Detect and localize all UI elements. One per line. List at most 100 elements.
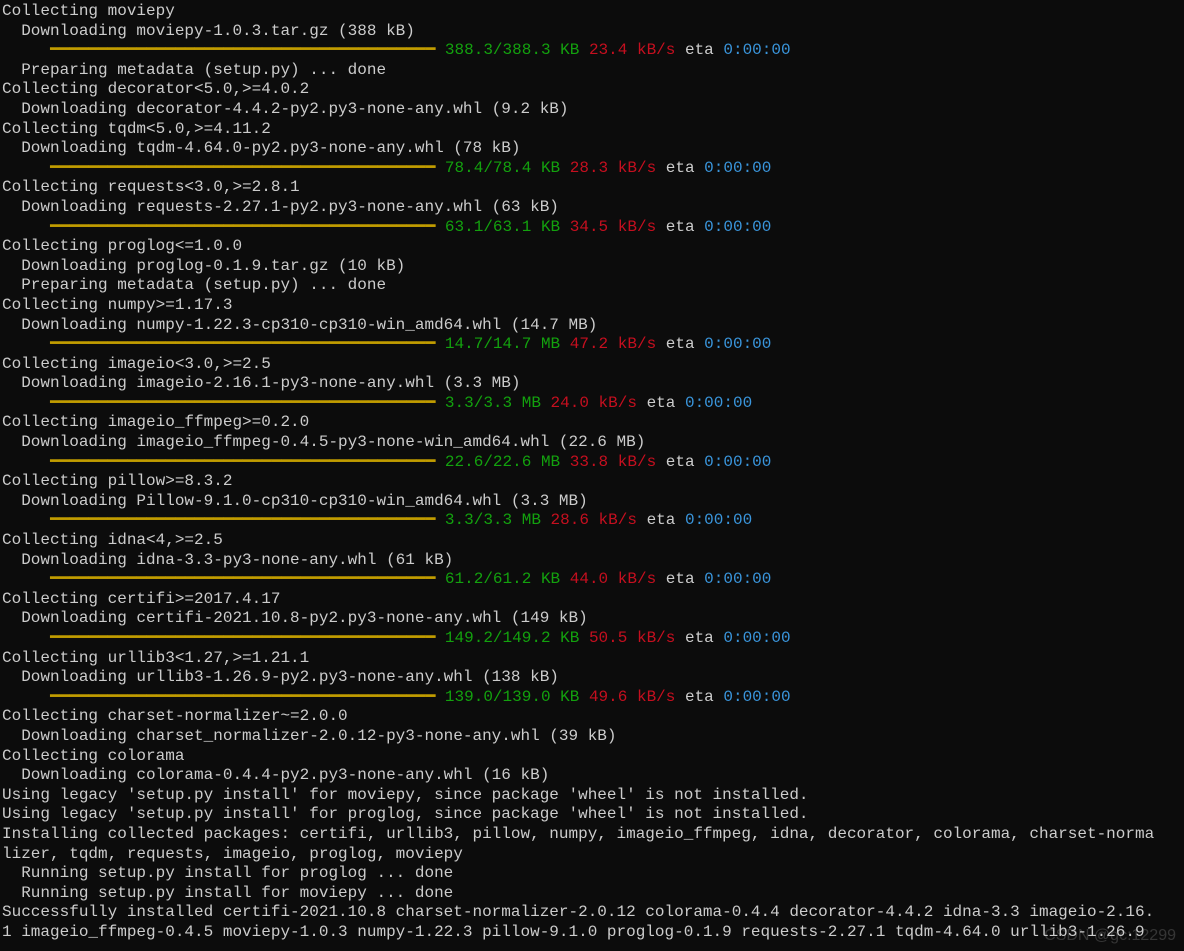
terminal-line: Successfully installed certifi-2021.10.8… [2,903,1154,921]
terminal-line: Downloading moviepy-1.0.3.tar.gz (388 kB… [2,22,415,40]
terminal-segment: 34.5 kB/s [570,218,666,236]
terminal-segment: 28.6 kB/s [551,511,647,529]
terminal-line: Downloading decorator-4.4.2-py2.py3-none… [2,100,569,118]
terminal-line: Collecting decorator<5.0,>=4.0.2 [2,80,309,98]
terminal-segment: Running setup.py install for moviepy ...… [2,884,453,902]
terminal-segment: Downloading certifi-2021.10.8-py2.py3-no… [2,609,588,627]
terminal-segment: Preparing metadata (setup.py) ... done [2,276,386,294]
terminal-line: Preparing metadata (setup.py) ... done [2,276,386,294]
terminal-segment: 28.3 kB/s [570,159,666,177]
terminal-line: Collecting colorama [2,747,184,765]
terminal-line: Preparing metadata (setup.py) ... done [2,61,386,79]
terminal-segment: 149.2/149.2 KB [445,629,589,647]
terminal-segment: Downloading urllib3-1.26.9-py2.py3-none-… [2,668,559,686]
terminal-line: Downloading requests-2.27.1-py2.py3-none… [2,198,559,216]
terminal-segment: Collecting requests<3.0,>=2.8.1 [2,178,300,196]
terminal-segment: 0:00:00 [704,335,771,353]
terminal-line: Collecting proglog<=1.0.0 [2,237,242,255]
terminal-segment: 3.3/3.3 MB [445,394,551,412]
terminal-segment: 61.2/61.2 KB [445,570,570,588]
terminal-line: Collecting numpy>=1.17.3 [2,296,232,314]
terminal-segment: Installing collected packages: certifi, … [2,825,1154,843]
terminal-segment: 388.3/388.3 KB [445,41,589,59]
terminal-segment: 0:00:00 [685,394,752,412]
terminal-segment: 44.0 kB/s [570,570,666,588]
terminal-line: Downloading tqdm-4.64.0-py2.py3-none-any… [2,139,520,157]
terminal-line: Downloading colorama-0.4.4-py2.py3-none-… [2,766,549,784]
terminal-segment: 63.1/63.1 KB [445,218,570,236]
terminal-line: Collecting imageio_ffmpeg>=0.2.0 [2,413,309,431]
terminal-segment: ━━━━━━━━━━━━━━━━━━━━━━━━━━━━━━━━━━━━━━━━ [2,629,445,647]
terminal-line: Collecting pillow>=8.3.2 [2,472,232,490]
terminal-segment: lizer, tqdm, requests, imageio, proglog,… [2,845,463,863]
terminal-segment: 0:00:00 [704,218,771,236]
terminal-segment: Downloading colorama-0.4.4-py2.py3-none-… [2,766,549,784]
terminal-segment: 50.5 kB/s [589,629,685,647]
terminal-segment: ━━━━━━━━━━━━━━━━━━━━━━━━━━━━━━━━━━━━━━━━ [2,570,445,588]
terminal-segment: ━━━━━━━━━━━━━━━━━━━━━━━━━━━━━━━━━━━━━━━━ [2,394,445,412]
terminal-segment: eta [666,159,704,177]
terminal-segment: 3.3/3.3 MB [445,511,551,529]
terminal-segment: 47.2 kB/s [570,335,666,353]
terminal-segment: Downloading moviepy-1.0.3.tar.gz (388 kB… [2,22,415,40]
terminal-line: ━━━━━━━━━━━━━━━━━━━━━━━━━━━━━━━━━━━━━━━━… [2,453,771,471]
terminal-segment: ━━━━━━━━━━━━━━━━━━━━━━━━━━━━━━━━━━━━━━━━ [2,41,445,59]
terminal-segment: Collecting urllib3<1.27,>=1.21.1 [2,649,309,667]
terminal-segment: Running setup.py install for proglog ...… [2,864,453,882]
terminal-line: ━━━━━━━━━━━━━━━━━━━━━━━━━━━━━━━━━━━━━━━━… [2,218,771,236]
terminal-segment: ━━━━━━━━━━━━━━━━━━━━━━━━━━━━━━━━━━━━━━━━ [2,453,445,471]
terminal-segment: ━━━━━━━━━━━━━━━━━━━━━━━━━━━━━━━━━━━━━━━━ [2,218,445,236]
terminal-segment: Collecting imageio_ffmpeg>=0.2.0 [2,413,309,431]
terminal-line: ━━━━━━━━━━━━━━━━━━━━━━━━━━━━━━━━━━━━━━━━… [2,335,771,353]
terminal-line: Using legacy 'setup.py install' for movi… [2,786,809,804]
terminal-line: ━━━━━━━━━━━━━━━━━━━━━━━━━━━━━━━━━━━━━━━━… [2,394,752,412]
terminal-line: ━━━━━━━━━━━━━━━━━━━━━━━━━━━━━━━━━━━━━━━━… [2,629,791,647]
terminal-segment: 78.4/78.4 KB [445,159,570,177]
terminal-segment: Collecting charset-normalizer~=2.0.0 [2,707,348,725]
terminal-segment: 23.4 kB/s [589,41,685,59]
terminal-segment: Collecting imageio<3.0,>=2.5 [2,355,271,373]
terminal-line: Collecting tqdm<5.0,>=4.11.2 [2,120,271,138]
terminal-segment: eta [666,218,704,236]
terminal-segment: Downloading charset_normalizer-2.0.12-py… [2,727,617,745]
terminal-segment: Collecting decorator<5.0,>=4.0.2 [2,80,309,98]
terminal-segment: Downloading proglog-0.1.9.tar.gz (10 kB) [2,257,405,275]
terminal-line: Collecting certifi>=2017.4.17 [2,590,280,608]
terminal-line: Downloading proglog-0.1.9.tar.gz (10 kB) [2,257,405,275]
terminal-segment: Collecting colorama [2,747,184,765]
terminal-line: Downloading imageio-2.16.1-py3-none-any.… [2,374,520,392]
terminal-segment: Downloading requests-2.27.1-py2.py3-none… [2,198,559,216]
terminal-line: ━━━━━━━━━━━━━━━━━━━━━━━━━━━━━━━━━━━━━━━━… [2,688,791,706]
terminal-segment: eta [647,511,685,529]
terminal-segment: Successfully installed certifi-2021.10.8… [2,903,1154,921]
terminal-segment: Downloading Pillow-9.1.0-cp310-cp310-win… [2,492,588,510]
terminal-segment: Collecting tqdm<5.0,>=4.11.2 [2,120,271,138]
terminal-segment: Downloading numpy-1.22.3-cp310-cp310-win… [2,316,597,334]
terminal-line: Downloading imageio_ffmpeg-0.4.5-py3-non… [2,433,645,451]
terminal-segment: Collecting idna<4,>=2.5 [2,531,223,549]
terminal-segment: eta [647,394,685,412]
terminal-segment: 0:00:00 [704,453,771,471]
terminal-segment: eta [666,453,704,471]
terminal-line: ━━━━━━━━━━━━━━━━━━━━━━━━━━━━━━━━━━━━━━━━… [2,511,752,529]
terminal-segment: 14.7/14.7 MB [445,335,570,353]
terminal-line: Running setup.py install for moviepy ...… [2,884,453,902]
terminal-segment: Downloading decorator-4.4.2-py2.py3-none… [2,100,569,118]
terminal-segment: 49.6 kB/s [589,688,685,706]
terminal-line: Downloading charset_normalizer-2.0.12-py… [2,727,617,745]
terminal-segment: 0:00:00 [704,159,771,177]
terminal-segment: 24.0 kB/s [551,394,647,412]
terminal-segment: 139.0/139.0 KB [445,688,589,706]
terminal-segment: 0:00:00 [685,511,752,529]
terminal-segment: Downloading imageio-2.16.1-py3-none-any.… [2,374,520,392]
terminal-line: Running setup.py install for proglog ...… [2,864,453,882]
terminal-segment: Using legacy 'setup.py install' for movi… [2,786,809,804]
terminal-segment: eta [685,688,723,706]
terminal-segment: ━━━━━━━━━━━━━━━━━━━━━━━━━━━━━━━━━━━━━━━━ [2,159,445,177]
terminal-segment: eta [685,41,723,59]
terminal-line: ━━━━━━━━━━━━━━━━━━━━━━━━━━━━━━━━━━━━━━━━… [2,159,771,177]
terminal-segment: 22.6/22.6 MB [445,453,570,471]
terminal-segment: eta [666,570,704,588]
terminal-line: Collecting requests<3.0,>=2.8.1 [2,178,300,196]
terminal-segment: Collecting pillow>=8.3.2 [2,472,232,490]
